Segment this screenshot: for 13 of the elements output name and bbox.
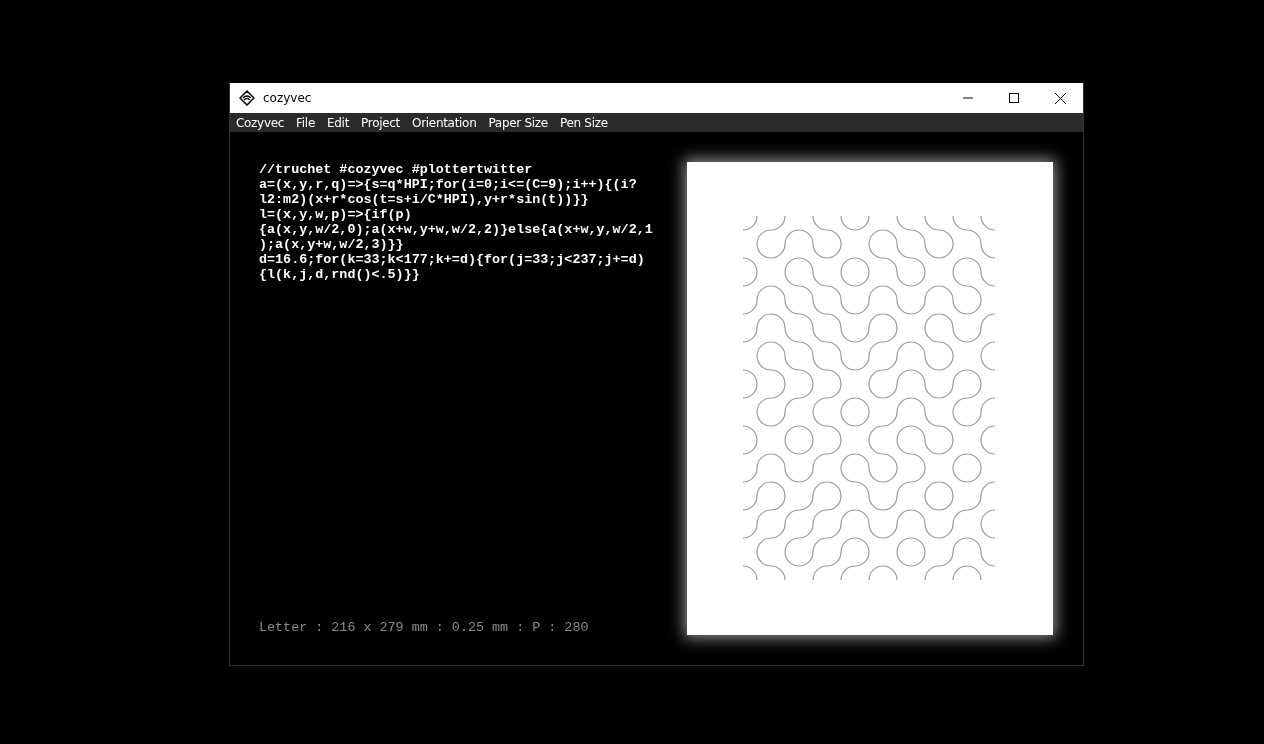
app-logo-icon bbox=[239, 90, 255, 106]
code-editor-text[interactable]: //truchet #cozyvec #plottertwitter a=(x,y,r,q)=>{s=q*HPI;for(i=0;i<=(C=9);i++){(i? l2:m2)(x+r*cos(t=s+i/C*HPI),y+r*sin(t))}} l=(x,y,w,p)=>{if(p) {a(x,y,w/2,0);a(x+w,y+w,w/2,2)}else{a(x+w,y,w/2,1 );a(x,y+w,w/2,3)}} d=16.6;for(k=33;k<177;k+=d){for(j=33;j<237;j+=d) {l(k,j,d,rnd()<.5)}} bbox=[259, 162, 653, 282]
menu-item[interactable]: Cozyvec bbox=[232, 115, 289, 130]
window-title: cozyvec bbox=[263, 91, 313, 105]
menu-item[interactable]: Pen Size bbox=[555, 115, 612, 130]
menu-item[interactable]: Edit bbox=[323, 115, 354, 130]
menu-item[interactable]: Orientation bbox=[408, 115, 481, 130]
menu-item[interactable]: Paper Size bbox=[484, 115, 552, 130]
status-text: Letter : 216 x 279 mm : 0.25 mm : P : 280 bbox=[259, 620, 590, 635]
maximize-icon bbox=[1009, 93, 1019, 103]
menu-item[interactable]: File bbox=[292, 115, 319, 130]
close-icon bbox=[1054, 92, 1066, 104]
menu-item[interactable]: Project bbox=[357, 115, 404, 130]
